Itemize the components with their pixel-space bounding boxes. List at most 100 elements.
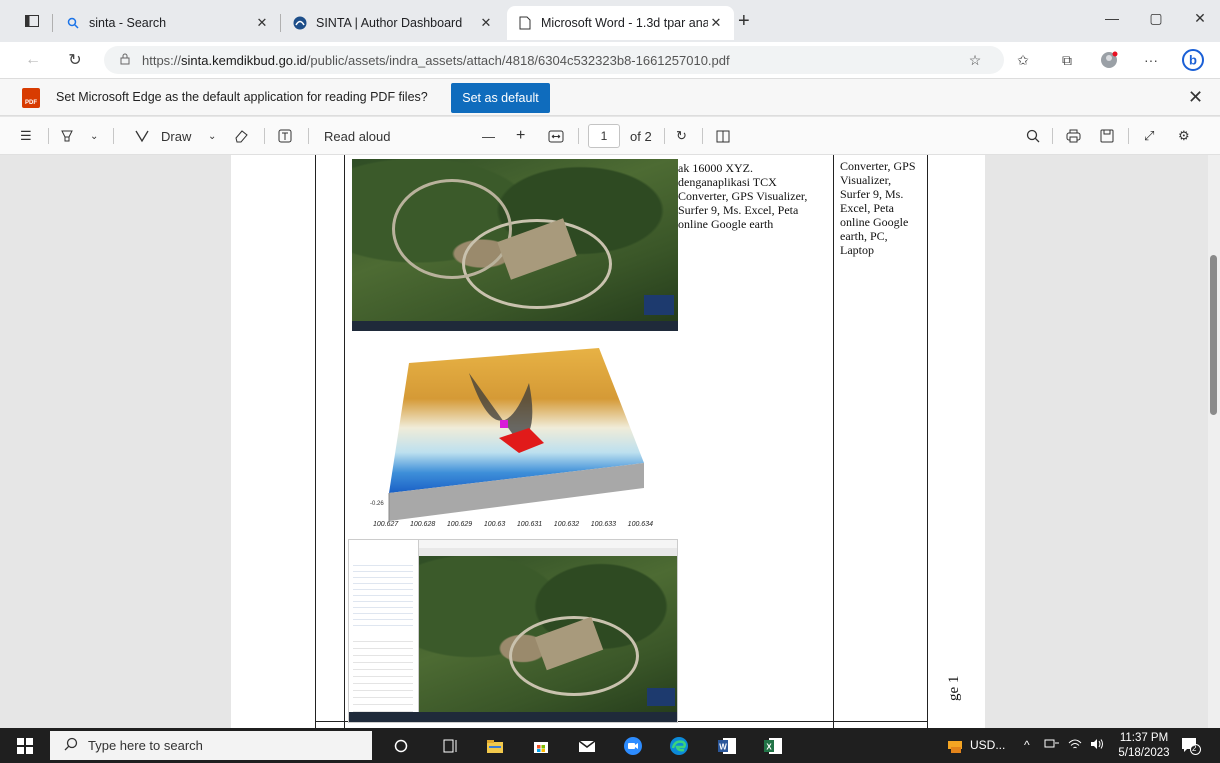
google-earth-screenshot [348,539,678,723]
cell-line: Converter, GPS [840,159,916,173]
highlight-dropdown-chevron-icon[interactable]: ⌄ [90,127,98,145]
settings-gear-icon[interactable]: ⚙ [1178,127,1190,145]
currency-widget-text[interactable]: USD... [970,738,1005,752]
page-view-icon[interactable] [716,127,730,145]
fit-page-icon[interactable] [548,127,564,145]
sinta-logo-icon [292,15,308,31]
tab-title: Microsoft Word - 1.3d tpar analisi [541,16,708,30]
notifications-icon[interactable]: 2 [1180,735,1202,757]
print-icon[interactable] [1066,127,1081,145]
taskbar-search-input[interactable]: Type here to search [50,731,372,760]
infobar-close-icon[interactable]: ✕ [1188,87,1203,108]
mail-icon[interactable] [576,735,598,757]
windows-start-icon[interactable] [14,735,36,757]
tick-label: 100.632 [553,521,580,528]
windows-taskbar: Type here to search W X USD... ^ 11:37 P… [0,728,1220,763]
bing-icon[interactable]: b [1180,49,1206,71]
cell-line: Surfer 9, Ms. Excel, Peta [678,203,799,217]
text-box-icon[interactable] [278,127,292,145]
more-options-icon[interactable]: ··· [1138,49,1164,71]
favorites-icon[interactable]: ✩ [1010,49,1036,71]
minimize-button[interactable]: — [1092,10,1132,26]
search-icon [64,737,78,754]
satellite-image-top [352,159,678,331]
eraser-icon[interactable] [234,127,249,145]
pdf-icon: PDF [22,88,40,108]
highlight-icon[interactable] [60,127,74,145]
url-host: sinta.kemdikbud.go.id [181,52,307,68]
system-clock[interactable]: 11:37 PM 5/18/2023 [1116,731,1172,761]
lock-icon [120,53,132,68]
svg-text:W: W [719,743,727,752]
vertical-scrollbar[interactable] [1208,155,1220,728]
pdf-viewer[interactable]: ak 16000 XYZ. denganaplikasi TCX Convert… [0,155,1220,728]
contents-icon[interactable]: ☰ [20,127,32,145]
tick-label: 100.631 [516,521,543,528]
address-input[interactable]: https://sinta.kemdikbud.go.id/public/ass… [104,46,1004,74]
close-window-button[interactable]: ✕ [1180,10,1220,27]
cell-line: Converter, GPS Visualizer, [678,189,808,203]
task-view-icon[interactable] [440,735,462,757]
document-icon [517,15,533,31]
search-icon [65,15,81,31]
page-number-label: ge 1 [946,675,962,701]
restore-button[interactable]: ▢ [1136,10,1176,27]
profile-avatar[interactable] [1096,49,1122,71]
cell-line: earth, PC, [840,229,888,243]
hidden-icons-chevron-icon[interactable]: ^ [1024,738,1030,752]
edge-browser-icon[interactable] [668,735,690,757]
tab-strip: sinta - Search ✕ SINTA | Author Dashboar… [0,0,1220,42]
page-number-input[interactable]: 1 [588,124,620,148]
wifi-icon[interactable] [1068,738,1082,753]
currency-widget-icon[interactable] [944,735,966,757]
new-tab-button[interactable]: + [738,10,750,33]
search-placeholder: Type here to search [88,738,203,753]
file-explorer-icon[interactable] [484,735,506,757]
excel-icon[interactable]: X [762,735,784,757]
volume-icon[interactable] [1090,738,1104,753]
find-icon[interactable] [1026,127,1040,145]
save-icon[interactable] [1100,127,1114,145]
surface-plot-3d: -0.26 [369,343,649,523]
tick-label: 100.63 [483,521,506,528]
svg-text:b: b [1189,53,1197,68]
add-favorite-icon[interactable]: ☆ [962,49,988,71]
zoom-in-button[interactable]: + [516,127,525,145]
read-aloud-button[interactable]: Read aloud [324,127,391,145]
tab-sinta-author-dashboard[interactable]: SINTA | Author Dashboard ✕ [282,6,504,40]
svg-text:X: X [766,743,772,752]
set-as-default-button[interactable]: Set as default [451,83,550,113]
tools-list-cell: Converter, GPS Visualizer, Surfer 9, Ms.… [840,159,925,257]
url-prefix: https:// [142,52,182,68]
draw-dropdown-chevron-icon[interactable]: ⌄ [208,127,216,145]
tick-label: 100.633 [590,521,617,528]
tab-sinta-search[interactable]: sinta - Search ✕ [55,6,280,40]
refresh-icon[interactable]: ↻ [62,48,88,72]
tab-close-icon[interactable]: ✕ [478,15,494,31]
cortana-icon[interactable] [390,735,412,757]
tick-label: 100.628 [409,521,436,528]
cell-line: online Google earth [678,217,774,231]
cell-line: denganaplikasi TCX [678,175,777,189]
tab-close-icon[interactable]: ✕ [708,15,724,31]
word-icon[interactable]: W [716,735,738,757]
back-arrow-icon[interactable]: ← [20,48,46,72]
rotate-icon[interactable]: ↻ [676,127,687,145]
zoom-app-icon[interactable] [622,735,644,757]
cell-line: Laptop [840,243,874,257]
scrollbar-thumb[interactable] [1210,255,1217,415]
draw-icon[interactable] [135,127,149,145]
cell-line: online Google [840,215,909,229]
tab-pdf-document[interactable]: Microsoft Word - 1.3d tpar analisi ✕ [507,6,734,40]
notification-count: 2 [1192,744,1197,753]
collections-icon[interactable]: ⧉ [1054,49,1080,71]
tab-title: SINTA | Author Dashboard [316,16,463,30]
infobar-message: Set Microsoft Edge as the default applic… [56,90,428,104]
zoom-out-button[interactable]: — [482,127,495,145]
network-icon[interactable] [1044,738,1060,753]
expand-icon[interactable]: ⤢ [1144,127,1154,145]
draw-button[interactable]: Draw [161,127,191,145]
microsoft-store-icon[interactable] [530,735,552,757]
tab-close-icon[interactable]: ✕ [254,15,270,31]
tab-actions-icon[interactable] [18,8,46,34]
